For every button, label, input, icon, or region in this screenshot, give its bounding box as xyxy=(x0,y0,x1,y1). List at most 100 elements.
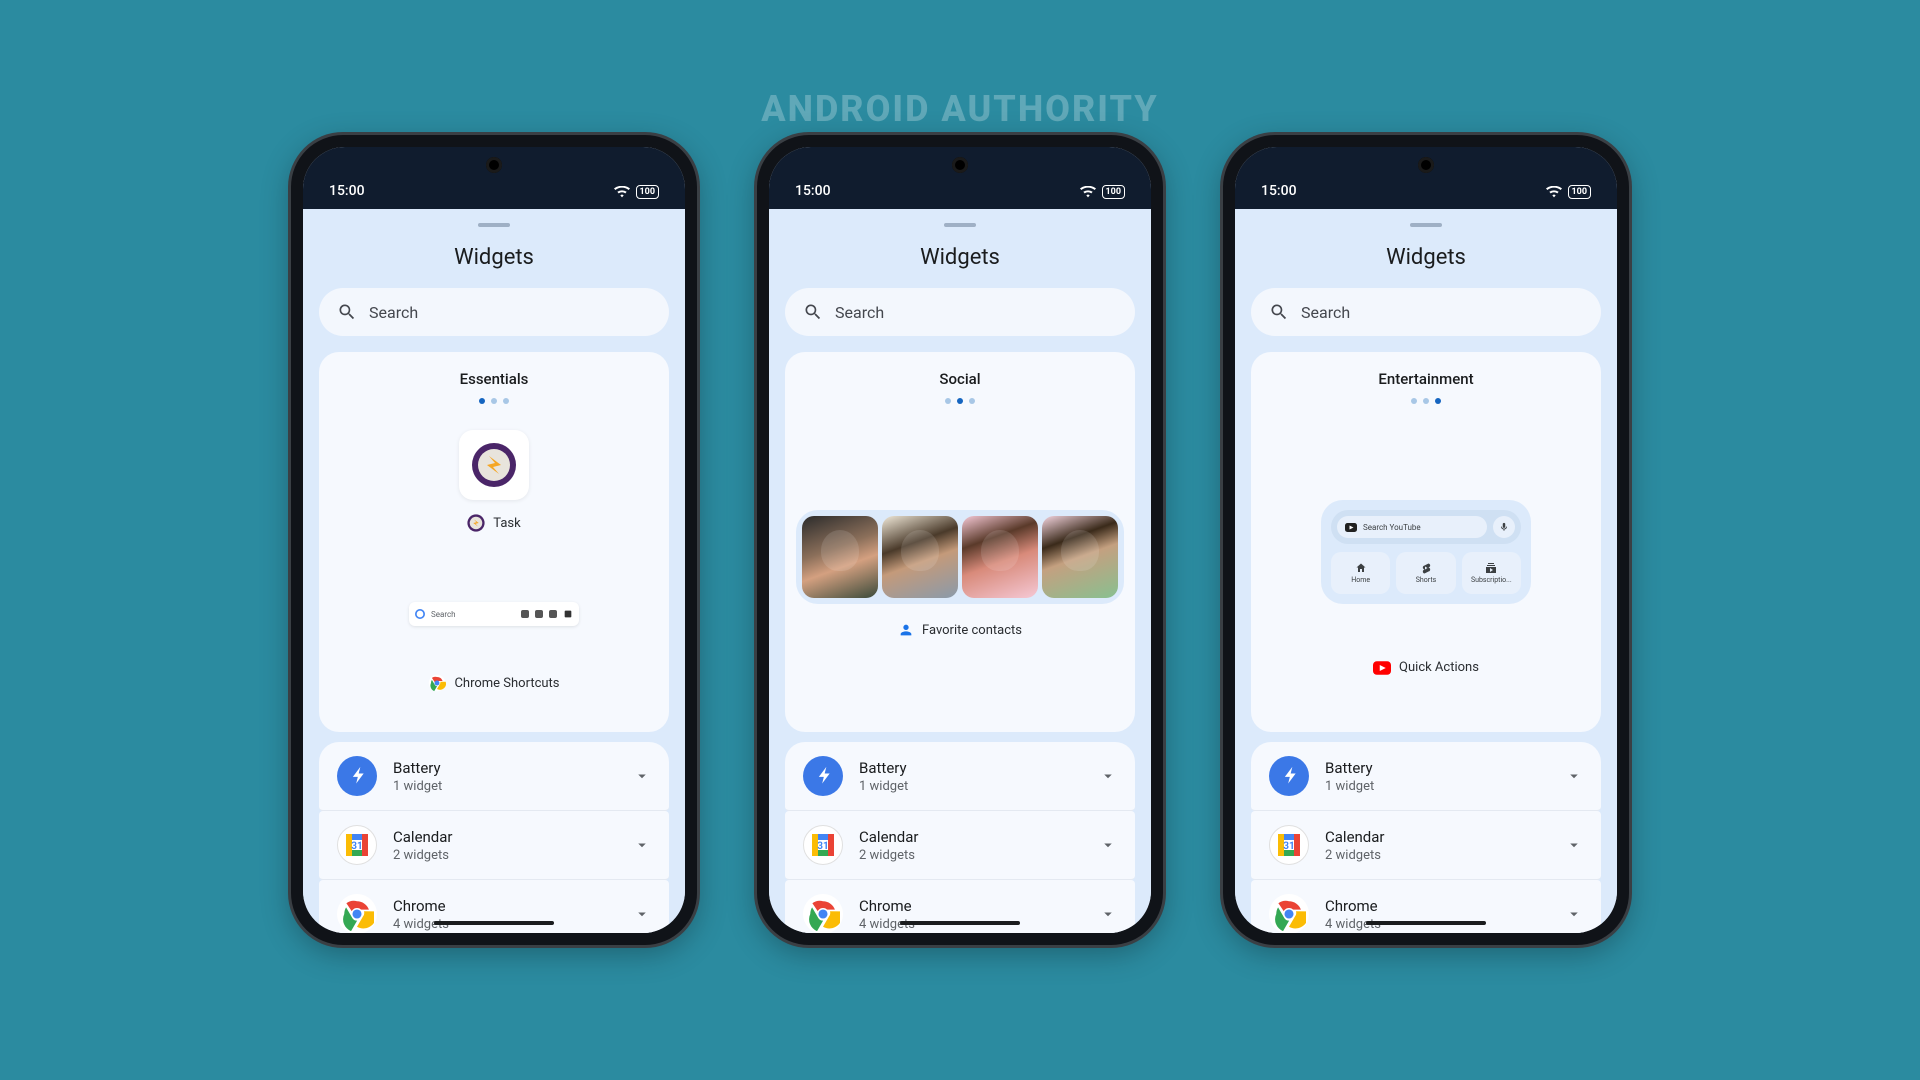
svg-text:31: 31 xyxy=(817,841,828,852)
card-title: Social xyxy=(939,370,980,388)
youtube-quick-actions-preview[interactable]: Search YouTube Home Shorts Subscriptio..… xyxy=(1321,500,1531,604)
clock: 15:00 xyxy=(329,183,365,199)
screen-3: 15:00 100 Widgets Search Entertainment xyxy=(1235,147,1617,933)
home-icon xyxy=(1355,562,1367,574)
youtube-shorts-tile: Shorts xyxy=(1396,552,1455,594)
chevron-down-icon xyxy=(633,836,651,854)
page-title: Widgets xyxy=(1235,245,1617,270)
battery-icon: 100 xyxy=(1102,185,1126,199)
drag-handle[interactable] xyxy=(1410,223,1442,227)
quick-actions-label: Quick Actions xyxy=(1373,660,1479,675)
search-input[interactable]: Search xyxy=(785,288,1135,336)
card-title: Entertainment xyxy=(1378,370,1473,388)
youtube-search-row: Search YouTube xyxy=(1331,510,1521,544)
drag-handle[interactable] xyxy=(478,223,510,227)
mic-icon xyxy=(1493,516,1515,538)
page-indicator xyxy=(479,398,509,404)
gesture-nav-pill[interactable] xyxy=(900,921,1020,925)
list-item-calendar[interactable]: 31 Calendar2 widgets xyxy=(319,811,669,880)
youtube-icon xyxy=(1345,523,1357,532)
screen-1: 15:00 100 Widgets Search Essentials xyxy=(303,147,685,933)
camera-cutout xyxy=(952,157,968,173)
chevron-down-icon xyxy=(1099,905,1117,923)
carousel-card-social[interactable]: Social Favorite contacts xyxy=(785,352,1135,732)
list-item-chrome[interactable]: Chrome4 widgets xyxy=(785,880,1135,933)
carousel-card-entertainment[interactable]: Entertainment Search YouTube Home Sho xyxy=(1251,352,1601,732)
chrome-shortcuts-label: Chrome Shortcuts xyxy=(428,674,559,692)
app-widget-list: Battery1 widget 31 Calendar2 widgets Chr… xyxy=(785,742,1135,933)
app-widget-list: Battery1 widget 31 Calendar2 widgets Chr… xyxy=(319,742,669,933)
task-app-icon xyxy=(471,442,517,488)
chevron-down-icon xyxy=(633,767,651,785)
dino-icon xyxy=(563,609,573,619)
search-input[interactable]: Search xyxy=(319,288,669,336)
page-title: Widgets xyxy=(303,245,685,270)
screen-2: 15:00 100 Widgets Search Social xyxy=(769,147,1151,933)
google-g-icon xyxy=(415,609,425,619)
phone-frame-1: 15:00 100 Widgets Search Essentials xyxy=(291,135,697,945)
chevron-down-icon xyxy=(633,905,651,923)
carousel-card-essentials[interactable]: Essentials Task Search xyxy=(319,352,669,732)
search-input[interactable]: Search xyxy=(1251,288,1601,336)
lens-icon xyxy=(535,610,543,618)
search-icon xyxy=(803,302,823,322)
chevron-down-icon xyxy=(1099,767,1117,785)
phone-frame-2: 15:00 100 Widgets Search Social xyxy=(757,135,1163,945)
person-icon xyxy=(898,622,914,638)
chevron-down-icon xyxy=(1565,767,1583,785)
task-widget-preview[interactable] xyxy=(459,430,529,500)
calendar-app-icon: 31 xyxy=(337,825,377,865)
favorite-contacts-preview[interactable] xyxy=(796,510,1124,604)
battery-app-icon xyxy=(1269,756,1309,796)
calendar-app-icon: 31 xyxy=(1269,825,1309,865)
page-indicator xyxy=(1411,398,1441,404)
drag-handle[interactable] xyxy=(944,223,976,227)
widget-sheet: Widgets Search Essentials xyxy=(303,209,685,933)
wifi-icon xyxy=(1080,186,1096,198)
gesture-nav-pill[interactable] xyxy=(434,921,554,925)
task-app-icon-small xyxy=(467,514,485,532)
incognito-icon xyxy=(549,610,557,618)
svg-text:31: 31 xyxy=(351,841,362,852)
list-item-calendar[interactable]: 31 Calendar2 widgets xyxy=(785,811,1135,880)
favorite-contacts-label: Favorite contacts xyxy=(898,622,1022,638)
youtube-home-tile: Home xyxy=(1331,552,1390,594)
chrome-icon xyxy=(428,674,446,692)
task-widget-label: Task xyxy=(467,514,520,532)
contact-photo-1 xyxy=(802,516,878,598)
clock: 15:00 xyxy=(1261,183,1297,199)
wifi-icon xyxy=(614,186,630,198)
list-item-battery[interactable]: Battery1 widget xyxy=(319,742,669,811)
chevron-down-icon xyxy=(1565,836,1583,854)
list-item-battery[interactable]: Battery1 widget xyxy=(1251,742,1601,811)
battery-app-icon xyxy=(803,756,843,796)
battery-icon: 100 xyxy=(636,185,660,199)
battery-app-icon xyxy=(337,756,377,796)
search-icon xyxy=(337,302,357,322)
gesture-nav-pill[interactable] xyxy=(1366,921,1486,925)
chrome-search-preview[interactable]: Search xyxy=(409,602,579,626)
list-item-calendar[interactable]: 31 Calendar2 widgets xyxy=(1251,811,1601,880)
card-title: Essentials xyxy=(460,370,529,388)
wifi-icon xyxy=(1546,186,1562,198)
list-item-chrome[interactable]: Chrome4 widgets xyxy=(1251,880,1601,933)
search-placeholder: Search xyxy=(369,303,418,322)
youtube-icon xyxy=(1373,661,1391,675)
page-title: Widgets xyxy=(769,245,1151,270)
battery-icon: 100 xyxy=(1568,185,1592,199)
subscriptions-icon xyxy=(1485,562,1497,574)
camera-cutout xyxy=(1418,157,1434,173)
shorts-icon xyxy=(1420,562,1432,574)
phone-frame-3: 15:00 100 Widgets Search Entertainment xyxy=(1223,135,1629,945)
chrome-app-icon xyxy=(1269,894,1309,933)
clock: 15:00 xyxy=(795,183,831,199)
chrome-app-icon xyxy=(803,894,843,933)
chevron-down-icon xyxy=(1099,836,1117,854)
contact-photo-4 xyxy=(1042,516,1118,598)
calendar-app-icon: 31 xyxy=(803,825,843,865)
chevron-down-icon xyxy=(1565,905,1583,923)
list-item-chrome[interactable]: Chrome4 widgets xyxy=(319,880,669,933)
list-item-battery[interactable]: Battery1 widget xyxy=(785,742,1135,811)
chrome-app-icon xyxy=(337,894,377,933)
watermark-text: ANDROID AUTHORITY xyxy=(761,88,1158,130)
